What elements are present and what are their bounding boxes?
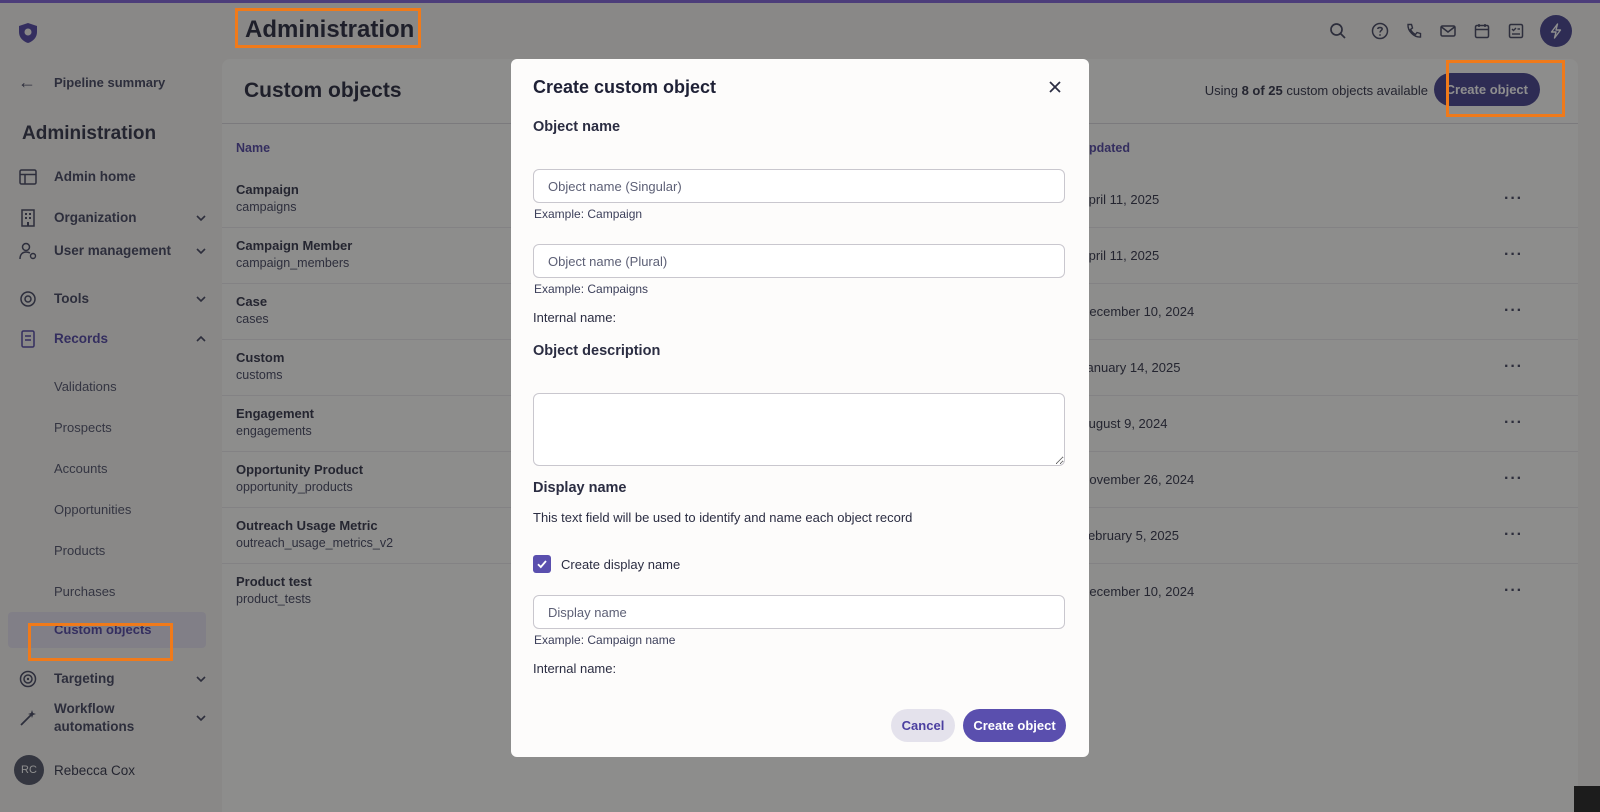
cancel-button[interactable]: Cancel — [891, 709, 955, 742]
close-icon[interactable] — [1047, 79, 1063, 95]
object-description-textarea[interactable] — [533, 393, 1065, 466]
singular-name-hint: Example: Campaign — [534, 207, 643, 221]
plural-name-hint: Example: Campaigns — [534, 282, 649, 296]
object-description-heading: Object description — [533, 343, 661, 359]
internal-name-label-2: Internal name: — [533, 661, 617, 676]
display-name-description: This text field will be used to identify… — [533, 510, 913, 525]
plural-name-input[interactable] — [533, 244, 1065, 278]
display-name-input[interactable] — [533, 595, 1065, 629]
create-display-name-label[interactable]: Create display name — [561, 557, 680, 572]
create-display-name-checkbox[interactable] — [533, 555, 551, 573]
display-name-heading: Display name — [533, 480, 627, 496]
internal-name-label: Internal name: — [533, 310, 617, 325]
display-name-hint: Example: Campaign name — [534, 633, 676, 647]
singular-name-input[interactable] — [533, 169, 1065, 203]
dialog-title: Create custom object — [533, 77, 717, 97]
checkmark-icon — [537, 560, 547, 569]
corner-block — [1574, 786, 1600, 812]
create-object-submit-button[interactable]: Create object — [963, 709, 1066, 742]
object-name-heading: Object name — [533, 119, 621, 135]
create-custom-object-dialog: Create custom object Object name Example… — [511, 59, 1089, 757]
